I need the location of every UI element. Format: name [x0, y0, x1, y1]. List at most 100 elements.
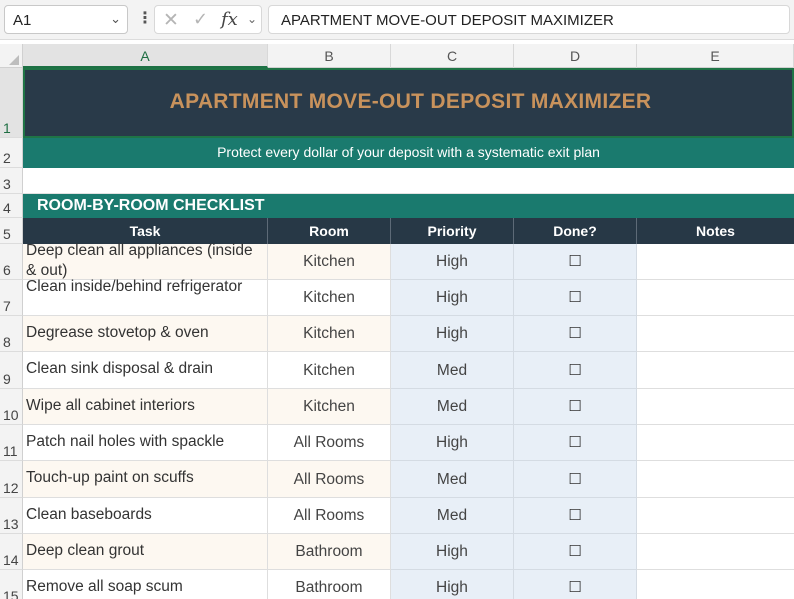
room-cell[interactable]: Kitchen [268, 280, 391, 316]
cancel-icon[interactable]: ✕ [163, 9, 179, 32]
row-header-11[interactable]: 11 [0, 425, 23, 461]
notes-cell[interactable] [637, 316, 794, 352]
column-header-d[interactable]: D [514, 44, 637, 68]
row-header-13[interactable]: 13 [0, 498, 23, 534]
row-number: 13 [3, 516, 19, 532]
notes-cell[interactable] [637, 498, 794, 534]
row-header-5[interactable]: 5 [0, 218, 23, 244]
header-room[interactable]: Room [268, 218, 391, 244]
task-cell[interactable]: Deep clean all appliances (inside & out) [23, 242, 268, 280]
title-cell[interactable]: APARTMENT MOVE-OUT DEPOSIT MAXIMIZER [23, 68, 794, 138]
done-checkbox[interactable]: ☐ [514, 425, 637, 461]
column-headers: A B C D E [0, 44, 794, 68]
row-header-14[interactable]: 14 [0, 534, 23, 570]
row-header-2[interactable]: 2 [0, 138, 23, 168]
row-header-3[interactable]: 3 [0, 168, 23, 194]
subtitle-cell[interactable]: Protect every dollar of your deposit wit… [23, 138, 794, 168]
formula-value: APARTMENT MOVE-OUT DEPOSIT MAXIMIZER [281, 12, 614, 29]
row-number: 9 [3, 371, 11, 387]
row-header-8[interactable]: 8 [0, 316, 23, 352]
task-cell[interactable]: Remove all soap scum [23, 570, 268, 599]
name-box[interactable]: A1 ⌄ [4, 5, 128, 34]
room-cell[interactable]: Kitchen [268, 389, 391, 425]
done-checkbox[interactable]: ☐ [514, 316, 637, 352]
task-cell[interactable]: Deep clean grout [23, 534, 268, 570]
notes-cell[interactable] [637, 280, 794, 316]
insert-function-icon[interactable]: fx [221, 9, 238, 30]
header-notes[interactable]: Notes [637, 218, 794, 244]
task-cell[interactable]: Clean sink disposal & drain [23, 352, 268, 389]
header-done[interactable]: Done? [514, 218, 637, 244]
task-cell[interactable]: Touch-up paint on scuffs [23, 461, 268, 498]
row-number: 10 [3, 407, 19, 423]
task-text: Deep clean grout [26, 542, 145, 559]
task-text: Degrease stovetop & oven [26, 324, 209, 341]
done-checkbox[interactable]: ☐ [514, 570, 637, 599]
done-checkbox[interactable]: ☐ [514, 461, 637, 498]
column-header-c[interactable]: C [391, 44, 514, 68]
row-number: 8 [3, 334, 11, 350]
task-cell[interactable]: Patch nail holes with spackle [23, 425, 268, 461]
notes-cell[interactable] [637, 425, 794, 461]
priority-cell[interactable]: High [391, 570, 514, 599]
room-cell[interactable]: All Rooms [268, 461, 391, 498]
confirm-icon[interactable]: ✓ [193, 9, 208, 30]
column-header-b[interactable]: B [268, 44, 391, 68]
done-checkbox[interactable]: ☐ [514, 389, 637, 425]
done-checkbox[interactable]: ☐ [514, 534, 637, 570]
task-text: Wipe all cabinet interiors [26, 397, 195, 414]
task-cell[interactable]: Clean inside/behind refrigerator [23, 278, 268, 316]
room-cell[interactable]: Kitchen [268, 352, 391, 389]
priority-cell[interactable]: High [391, 316, 514, 352]
priority-cell[interactable]: High [391, 244, 514, 280]
notes-cell[interactable] [637, 534, 794, 570]
priority-cell[interactable]: High [391, 534, 514, 570]
column-header-e[interactable]: E [637, 44, 794, 68]
row-header-9[interactable]: 9 [0, 352, 23, 389]
priority-cell[interactable]: High [391, 280, 514, 316]
row-header-6[interactable]: 6 [0, 244, 23, 280]
done-checkbox[interactable]: ☐ [514, 352, 637, 389]
header-priority[interactable]: Priority [391, 218, 514, 244]
done-checkbox[interactable]: ☐ [514, 498, 637, 534]
column-header-a[interactable]: A [23, 44, 268, 68]
section-header-cell[interactable]: ROOM-BY-ROOM CHECKLIST [23, 194, 794, 218]
formula-input[interactable]: APARTMENT MOVE-OUT DEPOSIT MAXIMIZER [268, 5, 790, 34]
name-box-value: A1 [13, 12, 32, 29]
priority-cell[interactable]: Med [391, 352, 514, 389]
row-header-1[interactable]: 1 [0, 68, 23, 138]
priority-cell[interactable]: Med [391, 461, 514, 498]
room-cell[interactable]: Kitchen [268, 316, 391, 352]
select-all-icon [9, 55, 19, 65]
room-cell[interactable]: Bathroom [268, 534, 391, 570]
notes-cell[interactable] [637, 461, 794, 498]
select-all-button[interactable] [0, 44, 23, 68]
notes-cell[interactable] [637, 389, 794, 425]
room-cell[interactable]: Bathroom [268, 570, 391, 599]
row-header-7[interactable]: 7 [0, 280, 23, 316]
row-header-4[interactable]: 4 [0, 194, 23, 218]
room-cell[interactable]: Kitchen [268, 244, 391, 280]
priority-cell[interactable]: High [391, 425, 514, 461]
room-cell[interactable]: All Rooms [268, 498, 391, 534]
blank-row[interactable] [23, 168, 794, 194]
done-checkbox[interactable]: ☐ [514, 244, 637, 280]
row-number: 4 [3, 200, 11, 216]
chevron-down-icon[interactable]: ⌄ [247, 12, 257, 26]
done-checkbox[interactable]: ☐ [514, 280, 637, 316]
notes-cell[interactable] [637, 352, 794, 389]
task-cell[interactable]: Wipe all cabinet interiors [23, 389, 268, 425]
room-cell[interactable]: All Rooms [268, 425, 391, 461]
priority-cell[interactable]: Med [391, 389, 514, 425]
more-options-icon[interactable]: ⋮ [137, 9, 153, 29]
task-cell[interactable]: Degrease stovetop & oven [23, 316, 268, 352]
task-text: Clean inside/behind refrigerator [26, 278, 243, 295]
notes-cell[interactable] [637, 570, 794, 599]
notes-cell[interactable] [637, 244, 794, 280]
chevron-down-icon[interactable]: ⌄ [110, 11, 121, 27]
row-header-15[interactable]: 15 [0, 570, 23, 599]
row-header-12[interactable]: 12 [0, 461, 23, 498]
priority-cell[interactable]: Med [391, 498, 514, 534]
row-header-10[interactable]: 10 [0, 389, 23, 425]
task-cell[interactable]: Clean baseboards [23, 498, 268, 534]
